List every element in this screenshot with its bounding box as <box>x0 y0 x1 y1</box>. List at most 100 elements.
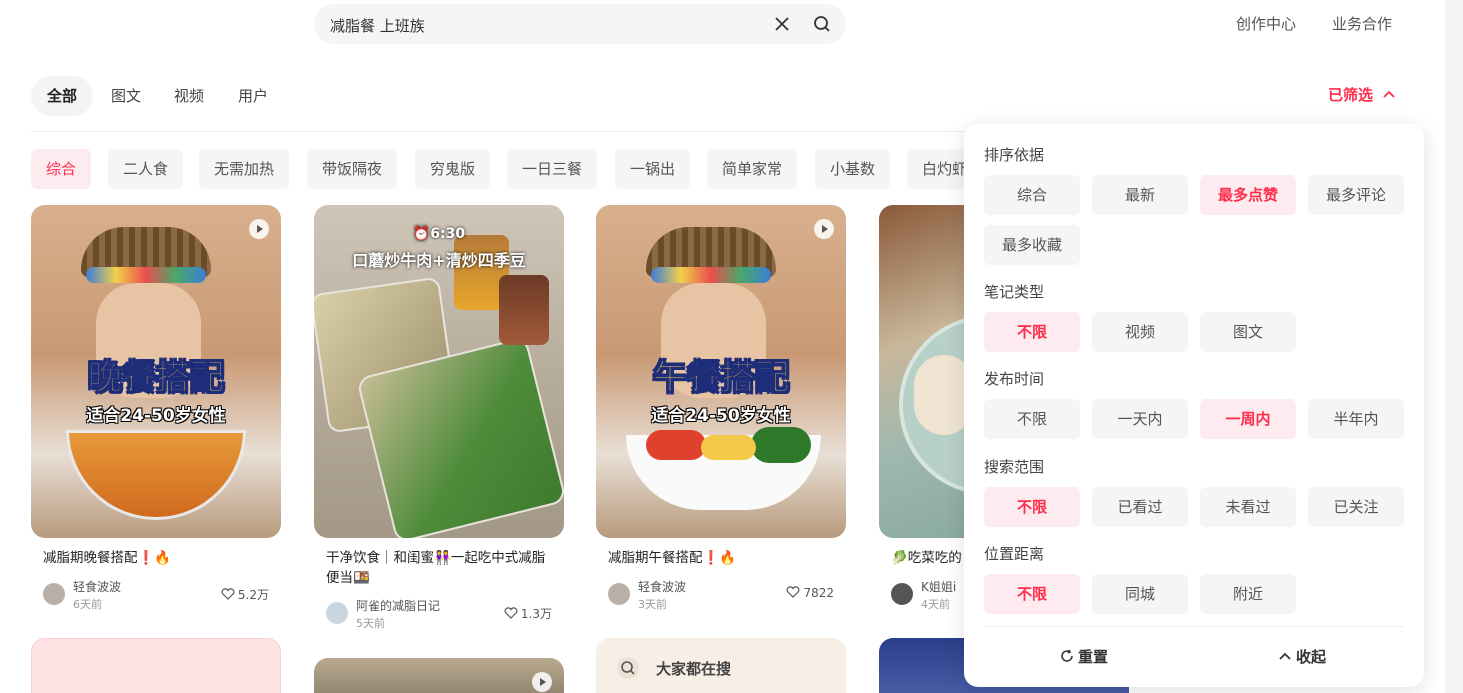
section-title-location: 位置距离 <box>984 545 1045 563</box>
like-count: 1.3万 <box>520 607 552 621</box>
note-card[interactable] <box>314 658 564 693</box>
play-icon <box>532 672 552 692</box>
avatar[interactable] <box>891 583 913 605</box>
author-name[interactable]: 阿雀的减脂日记 <box>356 597 440 614</box>
type-option-any[interactable]: 不限 <box>984 312 1080 352</box>
note-card[interactable]: 晚餐搭配 适合24-50岁女性 减脂期晚餐搭配❗🔥 轻食波波 6天前 5.2万 <box>31 205 281 625</box>
reset-label: 重置 <box>1078 648 1109 666</box>
play-icon <box>249 219 269 239</box>
tab-image-text[interactable]: 图文 <box>111 76 141 116</box>
sort-option-latest[interactable]: 最新 <box>1092 175 1188 215</box>
business-link[interactable]: 业务合作 <box>1332 13 1392 34</box>
refresh-icon <box>1061 649 1073 662</box>
time-option-week[interactable]: 一周内 <box>1200 399 1296 439</box>
section-title-scope: 搜索范围 <box>984 458 1045 476</box>
cover-broccoli <box>751 427 811 463</box>
cover-bowl <box>66 430 246 520</box>
chip-no-heat[interactable]: 无需加热 <box>199 149 290 189</box>
chip-budget[interactable]: 穷鬼版 <box>415 149 491 189</box>
scope-option-any[interactable]: 不限 <box>984 487 1080 527</box>
chevron-up-icon <box>1383 90 1395 98</box>
chip-home-style[interactable]: 简单家常 <box>707 149 798 189</box>
tab-user[interactable]: 用户 <box>238 76 268 116</box>
like-button[interactable]: 7822 <box>786 586 834 600</box>
type-option-image-text[interactable]: 图文 <box>1200 312 1296 352</box>
scope-option-viewed[interactable]: 已看过 <box>1092 487 1188 527</box>
sort-option-most-liked[interactable]: 最多点赞 <box>1200 175 1296 215</box>
author-name[interactable]: K姐姐i <box>921 578 956 595</box>
sort-option-most-comments[interactable]: 最多评论 <box>1308 175 1404 215</box>
avatar[interactable] <box>608 583 630 605</box>
location-option-any[interactable]: 不限 <box>984 574 1080 614</box>
search-icon <box>617 657 639 679</box>
tab-video[interactable]: 视频 <box>174 76 204 116</box>
collapse-label: 收起 <box>1296 648 1327 666</box>
creator-center-link[interactable]: 创作中心 <box>1236 13 1296 34</box>
divider <box>984 626 1404 627</box>
scope-option-following[interactable]: 已关注 <box>1308 487 1404 527</box>
like-button[interactable]: 1.3万 <box>504 605 552 622</box>
search-bar[interactable]: 减脂餐 上班族 <box>314 4 846 44</box>
chip-all[interactable]: 综合 <box>31 149 92 189</box>
search-input[interactable]: 减脂餐 上班族 <box>330 15 425 36</box>
chip-three-meals[interactable]: 一日三餐 <box>507 149 598 189</box>
filter-toggle[interactable]: 已筛选 <box>1328 84 1396 105</box>
sort-option-comprehensive[interactable]: 综合 <box>984 175 1080 215</box>
post-time: 5天前 <box>356 617 385 630</box>
trending-title: 大家都在搜 <box>656 660 732 678</box>
scrollbar[interactable] <box>1445 0 1463 693</box>
heart-icon <box>504 607 518 619</box>
post-time: 3天前 <box>638 598 667 611</box>
like-button[interactable]: 5.2万 <box>221 586 269 603</box>
location-option-same-city[interactable]: 同城 <box>1092 574 1188 614</box>
location-option-nearby[interactable]: 附近 <box>1200 574 1296 614</box>
post-time: 6天前 <box>73 598 102 611</box>
note-title[interactable]: 减脂期午餐搭配❗🔥 <box>608 548 836 568</box>
author-name[interactable]: 轻食波波 <box>638 578 686 595</box>
cover-egg <box>701 435 756 460</box>
clear-icon[interactable] <box>772 14 792 34</box>
chip-overnight[interactable]: 带饭隔夜 <box>307 149 398 189</box>
cover-caption: 口蘑炒牛肉+清炒四季豆 <box>352 251 526 270</box>
section-title-time: 发布时间 <box>984 370 1045 388</box>
avatar[interactable] <box>43 583 65 605</box>
time-option-half-year[interactable]: 半年内 <box>1308 399 1404 439</box>
author-name[interactable]: 轻食波波 <box>73 578 121 595</box>
note-card[interactable] <box>31 638 281 693</box>
chevron-up-icon <box>1279 652 1291 660</box>
cover-headband <box>651 267 771 283</box>
cover-subline: 适合24-50岁女性 <box>651 406 791 426</box>
search-icon[interactable] <box>812 14 832 34</box>
cover-headband <box>86 267 206 283</box>
trending-search-card[interactable]: 大家都在搜 <box>596 638 846 693</box>
cover-headline: 晚餐搭配 <box>88 358 225 399</box>
play-icon <box>814 219 834 239</box>
chip-two-person[interactable]: 二人食 <box>108 149 184 189</box>
reset-button[interactable]: 重置 <box>1060 646 1108 667</box>
chip-one-pot[interactable]: 一锅出 <box>615 149 691 189</box>
note-title[interactable]: 减脂期晚餐搭配❗🔥 <box>43 548 271 568</box>
time-option-day[interactable]: 一天内 <box>1092 399 1188 439</box>
tab-all[interactable]: 全部 <box>31 76 94 116</box>
collapse-button[interactable]: 收起 <box>1278 646 1326 667</box>
divider <box>31 131 965 132</box>
note-cover[interactable]: 晚餐搭配 适合24-50岁女性 <box>31 205 281 538</box>
cover-headline: 午餐搭配 <box>653 358 790 399</box>
note-cover[interactable]: ⏰6:30 口蘑炒牛肉+清炒四季豆 <box>314 205 564 538</box>
cover-drink <box>499 275 549 345</box>
time-option-any[interactable]: 不限 <box>984 399 1080 439</box>
cover-subline: 适合24-50岁女性 <box>86 406 226 426</box>
chip-small-base[interactable]: 小基数 <box>815 149 891 189</box>
filter-toggle-label: 已筛选 <box>1328 86 1374 104</box>
scope-option-unviewed[interactable]: 未看过 <box>1200 487 1296 527</box>
sort-option-most-saved[interactable]: 最多收藏 <box>984 225 1080 265</box>
type-option-video[interactable]: 视频 <box>1092 312 1188 352</box>
avatar[interactable] <box>326 602 348 624</box>
note-cover[interactable]: 午餐搭配 适合24-50岁女性 <box>596 205 846 538</box>
filter-panel: 排序依据 综合 最新 最多点赞 最多评论 最多收藏 笔记类型 不限 视频 图文 … <box>964 124 1424 687</box>
cover-time: ⏰6:30 <box>412 226 466 242</box>
like-count: 5.2万 <box>237 588 269 602</box>
note-card[interactable]: ⏰6:30 口蘑炒牛肉+清炒四季豆 干净饮食｜和闺蜜👭一起吃中式减脂便当🍱 阿雀… <box>314 205 564 635</box>
note-card[interactable]: 午餐搭配 适合24-50岁女性 减脂期午餐搭配❗🔥 轻食波波 3天前 7822 <box>596 205 846 625</box>
note-title[interactable]: 干净饮食｜和闺蜜👭一起吃中式减脂便当🍱 <box>326 548 554 588</box>
